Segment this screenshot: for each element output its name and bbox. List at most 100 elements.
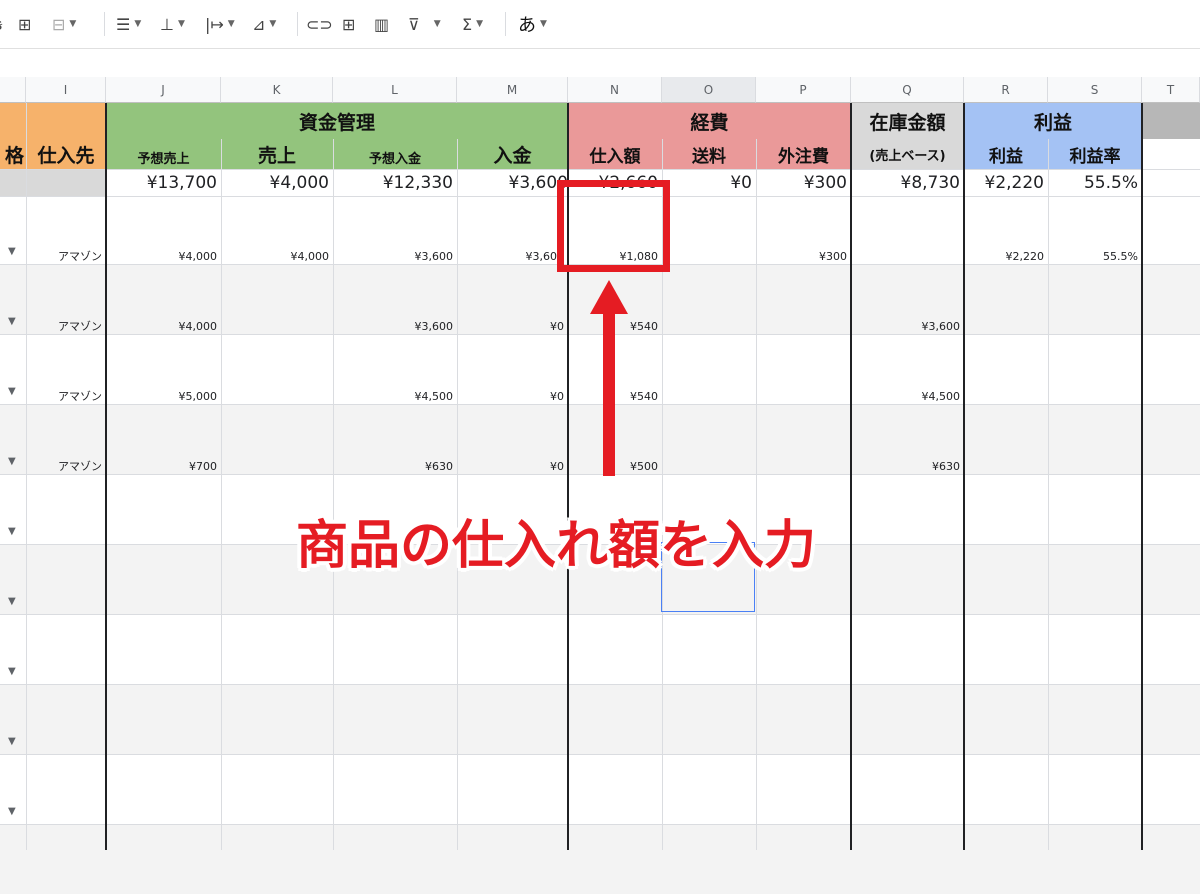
column-header-p[interactable]: P (756, 77, 851, 103)
cell-inventory[interactable]: ¥630 (851, 458, 964, 474)
gridline (457, 139, 458, 850)
dropdown-arrow-icon[interactable]: ▼ (8, 456, 16, 467)
dropdown-arrow-icon[interactable]: ▼ (8, 596, 16, 607)
cell-expected-deposit[interactable]: ¥3,600 (333, 318, 457, 334)
cell-sales[interactable] (221, 388, 333, 404)
column-header-k[interactable]: K (221, 77, 333, 103)
row-bg (0, 824, 1200, 894)
row-bg (0, 684, 1200, 754)
gridline (0, 169, 1200, 170)
summary-sales[interactable]: ¥4,000 (221, 170, 333, 196)
cell-supplier[interactable]: アマゾン (26, 388, 106, 404)
cell-expected-sales[interactable]: ¥4,000 (106, 248, 221, 264)
summary-expected-deposit[interactable]: ¥12,330 (333, 170, 457, 196)
spreadsheet-grid: I J K L M N O P Q R S T 資金管理 経費 在庫金額 利益 … (0, 0, 1200, 894)
column-header-h[interactable] (0, 77, 26, 103)
cell-profit-rate[interactable] (1048, 458, 1142, 474)
column-header-i[interactable]: I (26, 77, 106, 103)
summary-expected-sales[interactable]: ¥13,700 (106, 170, 221, 196)
dropdown-arrow-icon[interactable]: ▼ (8, 386, 16, 397)
cell-expected-deposit[interactable]: ¥4,500 (333, 388, 457, 404)
cell-expected-deposit[interactable]: ¥630 (333, 458, 457, 474)
dropdown-arrow-icon[interactable]: ▼ (8, 666, 16, 677)
cell-expected-sales[interactable]: ¥5,000 (106, 388, 221, 404)
summary-inventory[interactable]: ¥8,730 (851, 170, 964, 196)
header-expected-deposit: 予想入金 (333, 139, 457, 169)
dropdown-arrow-icon[interactable]: ▼ (8, 316, 16, 327)
gridline (105, 103, 107, 850)
fund-group-header: 資金管理 (106, 103, 568, 139)
cell-deposit[interactable]: ¥0 (457, 458, 568, 474)
cell-sales[interactable]: ¥4,000 (221, 248, 333, 264)
summary-profit-rate[interactable]: 55.5% (1048, 170, 1142, 196)
header-sales: 売上 (221, 139, 333, 169)
dropdown-arrow-icon[interactable]: ▼ (8, 736, 16, 747)
cell-supplier[interactable]: アマゾン (26, 458, 106, 474)
cell-profit[interactable] (964, 388, 1048, 404)
cell-profit-rate[interactable] (1048, 318, 1142, 334)
gridline (0, 404, 1200, 405)
cell-profit[interactable]: ¥2,220 (964, 248, 1048, 264)
column-header-l[interactable]: L (333, 77, 457, 103)
gridline (0, 684, 1200, 685)
cell-purchase-amount[interactable]: ¥500 (568, 458, 662, 474)
cell-deposit[interactable]: ¥3,600 (457, 248, 568, 264)
cell-deposit[interactable]: ¥0 (457, 318, 568, 334)
cell-profit-rate[interactable] (1048, 388, 1142, 404)
gridline (26, 103, 27, 850)
cell-sales[interactable] (221, 318, 333, 334)
cell-outsourcing[interactable] (756, 318, 851, 334)
gridline (1048, 139, 1049, 850)
gridline (0, 614, 1200, 615)
dropdown-arrow-icon[interactable]: ▼ (8, 806, 16, 817)
column-header-q[interactable]: Q (851, 77, 964, 103)
cell-expected-sales[interactable]: ¥700 (106, 458, 221, 474)
gridline (963, 103, 965, 850)
cell-outsourcing[interactable] (756, 458, 851, 474)
column-header-o[interactable]: O (662, 77, 756, 103)
cell-purchase-amount[interactable]: ¥540 (568, 318, 662, 334)
summary-shipping[interactable]: ¥0 (662, 170, 756, 196)
column-header-m[interactable]: M (457, 77, 568, 103)
summary-profit[interactable]: ¥2,220 (964, 170, 1048, 196)
cell-profit[interactable] (964, 318, 1048, 334)
column-header-j[interactable]: J (106, 77, 221, 103)
dropdown-arrow-icon[interactable]: ▼ (8, 246, 16, 257)
cell-profit[interactable] (964, 458, 1048, 474)
cell-inventory[interactable]: ¥4,500 (851, 388, 964, 404)
cell-supplier[interactable]: アマゾン (26, 318, 106, 334)
cell-sales[interactable] (221, 458, 333, 474)
gridline (0, 824, 1200, 825)
summary-gray-cell (0, 170, 106, 196)
header-partial-left: 格 (4, 144, 24, 167)
header-shipping: 送料 (662, 139, 756, 169)
inventory-header: 在庫金額 (851, 103, 964, 139)
summary-outsourcing[interactable]: ¥300 (756, 170, 851, 196)
cell-inventory[interactable] (851, 248, 964, 264)
cell-outsourcing[interactable] (756, 388, 851, 404)
column-header-s[interactable]: S (1048, 77, 1142, 103)
cell-expected-sales[interactable]: ¥4,000 (106, 318, 221, 334)
column-header-n[interactable]: N (568, 77, 662, 103)
annotation-text: 商品の仕入れ額を入力 (296, 515, 817, 576)
dropdown-arrow-icon[interactable]: ▼ (8, 526, 16, 537)
header-expected-sales: 予想売上 (106, 139, 221, 169)
column-header-r[interactable]: R (964, 77, 1048, 103)
cell-purchase-amount[interactable]: ¥540 (568, 388, 662, 404)
gridline (0, 334, 1200, 335)
gridline (333, 139, 334, 850)
gridline (0, 474, 1200, 475)
gridline (756, 139, 757, 850)
header-inventory-sub: (売上ベース) (851, 139, 964, 169)
cell-outsourcing[interactable]: ¥300 (756, 248, 851, 264)
cell-supplier[interactable]: アマゾン (26, 248, 106, 264)
gridline (0, 754, 1200, 755)
cell-expected-deposit[interactable]: ¥3,600 (333, 248, 457, 264)
column-header-t[interactable]: T (1142, 77, 1200, 103)
cell-profit-rate[interactable]: 55.5% (1048, 248, 1142, 264)
header-gray-band (1142, 103, 1200, 139)
gridline (1141, 103, 1143, 850)
cell-deposit[interactable]: ¥0 (457, 388, 568, 404)
cell-inventory[interactable]: ¥3,600 (851, 318, 964, 334)
summary-deposit[interactable]: ¥3,600 (457, 170, 568, 196)
